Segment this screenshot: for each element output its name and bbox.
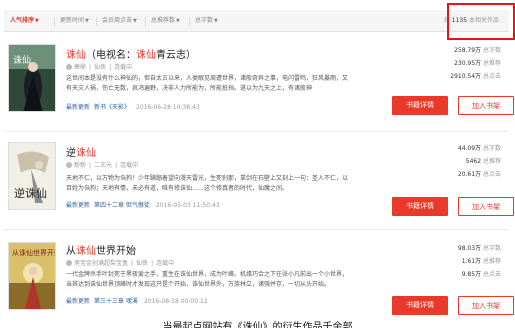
latest-update: 最新更新 第三十三章 魂溪 2016-08-18 00:00:12 <box>66 298 208 305</box>
book-cover[interactable]: 逆诛仙 <box>8 142 56 210</box>
divider <box>4 131 509 132</box>
book-details-button[interactable]: 书籍详情 <box>392 96 448 115</box>
sort-bar: 人气排序▼ 更新时间▼ 会员周点击▼ 总推荐数▼ 总字数▼ 共 1135 本相关… <box>4 10 509 32</box>
status-label: 连载中 <box>120 162 139 169</box>
sort-tab-weekly-clicks[interactable]: 会员周点击▼ <box>102 10 137 32</box>
add-to-shelf-button[interactable]: 加入书架 <box>458 197 514 216</box>
author-link[interactable]: 粉粉 <box>74 162 86 169</box>
sort-tab-popularity[interactable]: 人气排序▼ <box>10 10 39 32</box>
user-icon <box>66 162 72 168</box>
book-item: 从诛仙世界开始 从诛仙世界开始 莲宝金创满超梨宝盒|仙侠|连载中 一代金牌杀手叶… <box>4 234 514 318</box>
svg-text:逆诛仙: 逆诛仙 <box>14 186 47 200</box>
category-link[interactable]: 仙侠 <box>136 260 148 267</box>
book-stats: 98.03万 总字数 1.61万 总推荐 9.85万 总点击 <box>457 245 501 278</box>
add-to-shelf-button[interactable]: 加入书架 <box>458 96 514 115</box>
book-cover[interactable]: 诛仙 <box>8 44 56 112</box>
book-cover[interactable]: 从诛仙世界开始 <box>8 242 56 310</box>
svg-text:诛仙: 诛仙 <box>13 54 31 66</box>
book-title[interactable]: 逆诛仙 <box>66 144 96 159</box>
latest-chapter-link[interactable]: 第三十三章 魂溪 <box>94 298 138 305</box>
author-link[interactable]: 萧鼎 <box>74 64 86 71</box>
book-description: 一代金牌杀手叶封死于黑夜爱之手，重生在诛仙世界，成为叶峰。机缘巧合之下在张小凡前… <box>66 271 349 288</box>
highlight-annotation-box <box>447 3 515 40</box>
status-label: 连载中 <box>156 260 175 267</box>
book-description: 天地不仁，以万物为刍狗！少年蹒跚着望向漫天雷光，生死刹那，拿剑在石壁上又刻上一句… <box>66 175 349 192</box>
latest-chapter-link[interactable]: 第四十二章 但气傲徒 <box>94 202 150 209</box>
book-details-button[interactable]: 书籍详情 <box>392 197 448 216</box>
divider <box>4 229 509 230</box>
book-item: 诛仙 诛仙（电视名：诛仙青云志） 萧鼎 | 仙侠 | 连载中 这世间本是没有什么神仙的，… <box>4 36 514 132</box>
chevron-down-icon: ▼ <box>214 18 218 24</box>
chevron-down-icon: ▼ <box>85 18 89 24</box>
separator <box>96 17 97 26</box>
book-meta: 萧鼎 | 仙侠 | 连载中 <box>66 62 132 71</box>
book-description: 这世间本是没有什么神仙的，但自太古以来，人类眼见周遭世界，诸般奇异之事，电闪雷鸣… <box>66 75 349 92</box>
status-label: 连载中 <box>114 64 133 71</box>
book-details-button[interactable]: 书籍详情 <box>392 296 448 315</box>
figure-caption: 当最起点网站有《诛仙》的衍生作品千余部 <box>162 322 353 328</box>
book-title[interactable]: 诛仙（电视名：诛仙青云志） <box>66 46 196 61</box>
book-title[interactable]: 从诛仙世界开始 <box>66 242 136 257</box>
book-stats: 258.79万 总字数 230.95万 总推荐 2910.54万 总点击 <box>450 47 501 80</box>
latest-update: 最新更新 新书《天影》 2016-06-28 10:38:43 <box>66 104 200 111</box>
chevron-down-icon: ▼ <box>133 18 137 24</box>
category-link[interactable]: 二次元 <box>94 162 112 169</box>
sort-tab-recommendations[interactable]: 总推荐数▼ <box>151 10 180 32</box>
chevron-down-icon: ▼ <box>35 18 39 24</box>
book-stats: 44.09万 总字数 5462 总推荐 20.61万 总点击 <box>457 145 501 178</box>
separator <box>189 17 190 26</box>
separator <box>54 17 55 26</box>
book-meta: 莲宝金创满超梨宝盒 | 仙侠 | 连载中 <box>66 258 174 267</box>
book-item: 逆诛仙 逆诛仙 粉粉 | 二次元 | 连载中 天地不仁，以万物为刍狗！少年蹒跚着望向漫天… <box>4 134 514 230</box>
category-link[interactable]: 仙侠 <box>94 64 106 71</box>
separator <box>145 17 146 26</box>
chevron-down-icon: ▼ <box>176 18 180 24</box>
sort-tab-update-time[interactable]: 更新时间▼ <box>60 10 89 32</box>
latest-chapter-link[interactable]: 新书《天影》 <box>94 104 130 111</box>
user-icon <box>66 64 72 70</box>
add-to-shelf-button[interactable]: 加入书架 <box>458 296 514 315</box>
svg-text:从诛仙世界开始: 从诛仙世界开始 <box>12 248 56 257</box>
user-icon <box>66 260 72 266</box>
book-meta: 粉粉 | 二次元 | 连载中 <box>66 160 138 169</box>
author-link[interactable]: 莲宝金创满超梨宝盒 <box>74 260 128 267</box>
latest-update: 最新更新 第四十二章 但气傲徒 2016-05-03 11:50:43 <box>66 202 220 209</box>
sort-tab-word-count[interactable]: 总字数▼ <box>195 10 218 32</box>
